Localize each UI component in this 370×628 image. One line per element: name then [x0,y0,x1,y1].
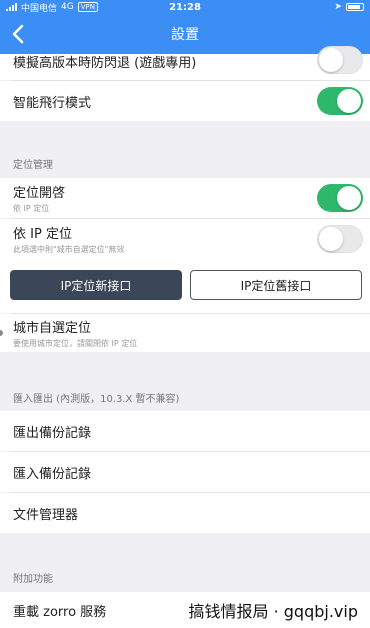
city-select-texts: 城市自選定位 要使用城市定位，請關閉依 IP 定位 [13,317,137,349]
row-smart-airplane: 智能飛行模式 [0,81,370,121]
indicator-dot [0,330,3,336]
reload-service-label: 重載 zorro 服務 [13,604,107,620]
location-enable-texts: 定位開啓 依 IP 定位 [13,182,65,214]
file-manager-label: 文件管理器 [13,507,79,523]
by-ip-sub: 此項選中則"城市自選定位"無效 [13,245,125,254]
settings-list: 模擬高版本時防閃退 (遊戲專用) 智能飛行模式 定位管理 定位開啓 依 IP 定… [0,46,370,628]
export-backup-label: 匯出備份記錄 [13,425,92,441]
smart-airplane-toggle[interactable] [317,87,363,115]
nav-bar: 設置 [0,14,370,54]
by-ip-toggle[interactable] [317,225,363,253]
row-ip-buttons: IP定位新接口 IP定位舊接口 [0,259,370,313]
section-header-import-export: 匯入匯出 (內測版，10.3.X 暫不兼容) [13,394,180,405]
watermark-text: 搞钱情报局 · gqqbj.vip [186,598,360,622]
smart-airplane-label: 智能飛行模式 [13,95,92,111]
section-header-extras: 附加功能 [13,574,53,585]
toggle-knob [319,227,343,251]
section-header-location: 定位管理 [13,160,53,171]
row-location-enable: 定位開啓 依 IP 定位 [0,178,370,218]
prevent-crash-label: 模擬高版本時防閃退 (遊戲專用) [13,56,197,71]
city-select-sub: 要使用城市定位，請關閉依 IP 定位 [13,339,138,348]
chevron-left-icon [12,24,24,44]
row-file-manager[interactable]: 文件管理器 [0,493,370,533]
row-prevent-crash: 模擬高版本時防閃退 (遊戲專用) [0,46,370,80]
location-enable-label: 定位開啓 [13,186,66,201]
battery-icon [346,3,364,11]
by-ip-label: 依 IP 定位 [13,227,72,242]
city-select-label: 城市自選定位 [13,321,92,336]
toggle-knob [319,48,343,72]
toggle-knob [337,186,361,210]
toggle-knob [337,89,361,113]
back-button[interactable] [4,20,32,48]
status-time: 21:28 [169,1,201,13]
page-title: 設置 [171,27,199,43]
row-by-ip: 依 IP 定位 此項選中則"城市自選定位"無效 [0,219,370,259]
by-ip-texts: 依 IP 定位 此項選中則"城市自選定位"無效 [13,223,124,255]
ip-new-api-button[interactable]: IP定位新接口 [10,270,182,300]
status-bar: 中国电信 4G VPN 21:28 ➤ [0,0,370,14]
row-import-backup[interactable]: 匯入備份記錄 [0,452,370,492]
location-enable-toggle[interactable] [317,184,363,212]
location-enable-sub: 依 IP 定位 [13,204,50,213]
row-city-select[interactable]: 城市自選定位 要使用城市定位，請關閉依 IP 定位 [0,314,370,352]
row-export-backup[interactable]: 匯出備份記錄 [0,411,370,451]
prevent-crash-toggle[interactable] [317,46,363,74]
ip-old-api-button[interactable]: IP定位舊接口 [190,270,362,300]
import-backup-label: 匯入備份記錄 [13,466,92,482]
